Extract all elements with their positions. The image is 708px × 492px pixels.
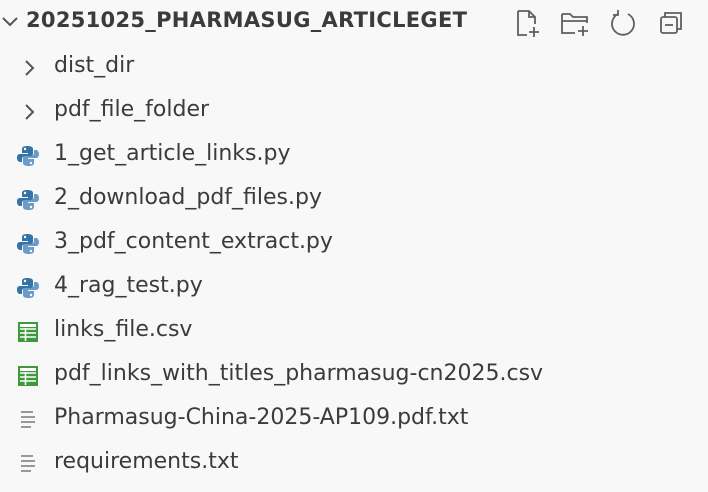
file-item-3-pdf-content-extract[interactable]: 3_pdf_content_extract.py: [0, 221, 708, 265]
file-item-1-get-article-links[interactable]: 1_get_article_links.py: [0, 133, 708, 177]
item-label: links_file.csv: [54, 317, 193, 342]
item-label: 4_rag_test.py: [54, 273, 203, 298]
new-folder-icon[interactable]: [558, 6, 592, 40]
item-label: pdf_links_with_titles_pharmasug-cn2025.c…: [54, 361, 544, 386]
item-label: Pharmasug-China-2025-AP109.pdf.txt: [54, 405, 469, 430]
item-label: pdf_file_folder: [54, 97, 210, 122]
item-label: 2_download_pdf_files.py: [54, 185, 322, 210]
refresh-icon[interactable]: [606, 6, 640, 40]
csv-icon: [16, 321, 40, 343]
explorer-header[interactable]: 20251025_PHARMASUG_ARTICLEGET: [0, 0, 708, 44]
file-item-pharmasug-txt[interactable]: Pharmasug-China-2025-AP109.pdf.txt: [0, 397, 708, 441]
text-file-icon: [16, 409, 40, 431]
file-item-links-file-csv[interactable]: links_file.csv: [0, 309, 708, 353]
item-label: 3_pdf_content_extract.py: [54, 229, 333, 254]
item-label: requirements.txt: [54, 449, 239, 474]
text-file-icon: [16, 453, 40, 475]
python-icon: [16, 189, 40, 211]
file-explorer: 20251025_PHARMASUG_ARTICLEGET dist_dir p…: [0, 0, 708, 492]
file-item-4-rag-test[interactable]: 4_rag_test.py: [0, 265, 708, 309]
file-item-pdf-links-csv[interactable]: pdf_links_with_titles_pharmasug-cn2025.c…: [0, 353, 708, 397]
project-title: 20251025_PHARMASUG_ARTICLEGET: [26, 8, 468, 32]
python-icon: [16, 145, 40, 167]
python-icon: [16, 277, 40, 299]
python-icon: [16, 233, 40, 255]
file-item-requirements-txt[interactable]: requirements.txt: [0, 441, 708, 485]
file-item-2-download-pdf-files[interactable]: 2_download_pdf_files.py: [0, 177, 708, 221]
chevron-right-icon[interactable]: [16, 101, 40, 123]
chevron-down-icon[interactable]: [0, 12, 20, 32]
folder-item-pdf-file-folder[interactable]: pdf_file_folder: [0, 89, 708, 133]
csv-icon: [16, 365, 40, 387]
item-label: 1_get_article_links.py: [54, 141, 291, 166]
item-label: dist_dir: [54, 53, 135, 78]
collapse-all-icon[interactable]: [654, 6, 688, 40]
chevron-right-icon[interactable]: [16, 57, 40, 79]
folder-item-dist-dir[interactable]: dist_dir: [0, 45, 708, 89]
new-file-icon[interactable]: [510, 6, 544, 40]
